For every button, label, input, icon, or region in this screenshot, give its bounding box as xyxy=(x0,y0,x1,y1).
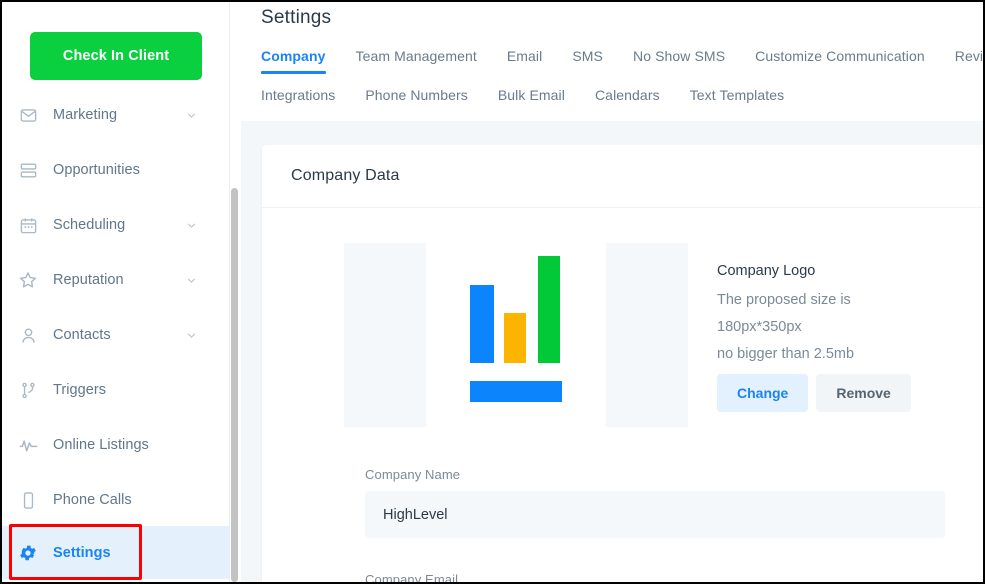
sidebar-item-label: Online Listings xyxy=(53,437,149,453)
tab-team-management[interactable]: Team Management xyxy=(356,48,477,74)
tab-email[interactable]: Email xyxy=(507,48,543,74)
sidebar-item-contacts[interactable]: Contacts xyxy=(2,308,229,362)
sidebar-item-label: Marketing xyxy=(53,107,118,123)
sidebar-item-label: Opportunities xyxy=(53,162,140,178)
tab-customize-communication[interactable]: Customize Communication xyxy=(755,48,925,74)
logo-hint-line-2: 180px*350px xyxy=(717,319,802,335)
chevron-down-icon[interactable] xyxy=(185,274,198,287)
tab-integrations[interactable]: Integrations xyxy=(261,87,335,113)
chevron-down-icon[interactable] xyxy=(185,109,198,122)
app-window: Check In Client Marketing Opportunities xyxy=(0,0,985,584)
tab-bar-secondary: Integrations Phone Numbers Bulk Email Ca… xyxy=(261,87,814,113)
company-logo-title: Company Logo xyxy=(717,263,816,279)
tab-no-show-sms[interactable]: No Show SMS xyxy=(633,48,725,74)
gear-icon xyxy=(15,540,41,566)
logo-bar-blue xyxy=(470,285,494,363)
sidebar-item-phone-calls[interactable]: Phone Calls xyxy=(2,473,229,527)
tab-sms[interactable]: SMS xyxy=(572,48,603,74)
card-header: Company Data xyxy=(262,145,983,208)
sidebar-item-settings[interactable]: Settings xyxy=(2,526,229,579)
card-title: Company Data xyxy=(291,167,400,184)
calendar-icon xyxy=(15,212,41,238)
logo-bar-base xyxy=(470,381,562,402)
chevron-down-icon[interactable] xyxy=(185,219,198,232)
sidebar-item-online-listings[interactable]: Online Listings xyxy=(2,418,229,472)
sidebar-scrollbar-thumb[interactable] xyxy=(231,188,238,582)
logo-actions: Change Remove xyxy=(717,374,911,412)
company-name-label: Company Name xyxy=(365,467,461,482)
person-icon xyxy=(15,322,41,348)
envelope-icon xyxy=(15,102,41,128)
company-logo-section: Company Logo The proposed size is 180px*… xyxy=(262,208,983,427)
tab-review[interactable]: Review xyxy=(955,48,983,74)
remove-logo-button[interactable]: Remove xyxy=(816,374,911,412)
sidebar-item-scheduling[interactable]: Scheduling xyxy=(2,198,229,252)
company-logo-image xyxy=(426,243,606,427)
logo-hint-line-1: The proposed size is xyxy=(717,292,851,308)
logo-bar-yellow xyxy=(504,313,526,363)
tab-bulk-email[interactable]: Bulk Email xyxy=(498,87,565,113)
logo-bar-green xyxy=(538,256,560,363)
chevron-down-icon[interactable] xyxy=(185,329,198,342)
star-icon xyxy=(15,267,41,293)
sidebar-item-reputation[interactable]: Reputation xyxy=(2,253,229,307)
company-form: Company Name Company Email xyxy=(262,427,983,582)
phone-icon xyxy=(15,487,41,513)
sidebar-item-label: Reputation xyxy=(53,272,124,288)
change-logo-button[interactable]: Change xyxy=(717,374,809,412)
sidebar: Check In Client Marketing Opportunities xyxy=(2,2,230,582)
tab-calendars[interactable]: Calendars xyxy=(595,87,660,113)
sidebar-item-label: Settings xyxy=(53,544,111,561)
logo-placeholder-left xyxy=(344,243,426,427)
sidebar-item-marketing[interactable]: Marketing xyxy=(2,88,229,142)
sidebar-item-opportunities[interactable]: Opportunities xyxy=(2,143,229,197)
sidebar-item-triggers[interactable]: Triggers xyxy=(2,363,229,417)
branch-icon xyxy=(15,377,41,403)
logo-hint-line-3: no bigger than 2.5mb xyxy=(717,346,855,362)
tab-company[interactable]: Company xyxy=(261,48,326,74)
sidebar-item-label: Phone Calls xyxy=(53,492,132,508)
page-header: Settings Company Team Management Email S… xyxy=(241,2,983,121)
tab-phone-numbers[interactable]: Phone Numbers xyxy=(365,87,467,113)
check-in-client-button[interactable]: Check In Client xyxy=(30,32,202,80)
company-name-input[interactable] xyxy=(365,491,945,538)
company-email-label: Company Email xyxy=(365,572,459,582)
stacked-bars-icon xyxy=(15,157,41,183)
sidebar-item-label: Scheduling xyxy=(53,217,126,233)
tab-bar-primary: Company Team Management Email SMS No Sho… xyxy=(261,48,983,74)
page-title: Settings xyxy=(261,7,332,28)
main-content: Settings Company Team Management Email S… xyxy=(241,2,983,582)
sidebar-item-label: Triggers xyxy=(53,382,107,398)
sidebar-item-label: Contacts xyxy=(53,327,111,343)
company-logo-info: Company Logo The proposed size is 180px*… xyxy=(717,243,911,427)
company-data-card: Company Data Company Logo The proposed s… xyxy=(262,145,983,582)
tab-text-templates[interactable]: Text Templates xyxy=(690,87,785,113)
logo-placeholder-right xyxy=(606,243,688,427)
pulse-icon xyxy=(15,432,41,458)
